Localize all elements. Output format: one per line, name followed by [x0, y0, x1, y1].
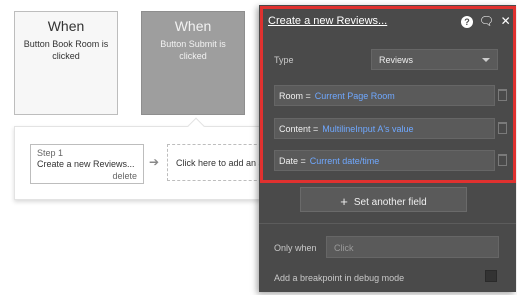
field-name: Content =	[279, 124, 319, 134]
arrow-right-icon: ➔	[149, 155, 160, 169]
type-dropdown-value: Reviews	[379, 55, 414, 65]
set-another-field-label: Set another field	[353, 197, 427, 208]
trash-icon[interactable]	[498, 89, 507, 101]
event-when-label: When	[174, 18, 212, 34]
chevron-down-icon	[482, 58, 490, 62]
event-card-book-room[interactable]: When Button Book Room is clicked	[14, 11, 118, 115]
panel-header-icons: ? 🗨 ✕	[461, 14, 514, 28]
plus-icon: +	[340, 194, 348, 209]
set-another-field-button[interactable]: + Set another field	[300, 187, 467, 212]
close-icon[interactable]: ✕	[498, 14, 514, 28]
trash-icon[interactable]	[498, 122, 507, 134]
comment-icon[interactable]: 🗨	[478, 14, 494, 28]
event-description: Button Book Room is clicked	[23, 39, 109, 61]
type-dropdown[interactable]: Reviews	[371, 49, 498, 70]
panel-title[interactable]: Create a new Reviews...	[268, 15, 387, 27]
only-when-input[interactable]: Click	[326, 236, 499, 258]
event-when-label: When	[47, 18, 85, 34]
field-value[interactable]: MultilineInput A's value	[322, 124, 413, 134]
field-value[interactable]: Current date/time	[310, 156, 380, 166]
step-action-text: Create a new Reviews...	[37, 159, 135, 169]
event-card-submit[interactable]: When Button Submit is clicked	[141, 11, 245, 115]
field-name: Room =	[279, 91, 311, 101]
breakpoint-checkbox[interactable]	[485, 270, 497, 282]
event-description: Button Submit is clicked	[160, 39, 226, 61]
field-row-content[interactable]: Content = MultilineInput A's value	[274, 118, 495, 139]
type-label: Type	[274, 55, 294, 65]
delete-step-link[interactable]: delete	[112, 171, 137, 181]
field-row-room[interactable]: Room = Current Page Room	[274, 85, 495, 106]
breakpoint-label: Add a breakpoint in debug mode	[274, 273, 405, 283]
panel-divider	[259, 223, 516, 224]
workflow-step-1[interactable]: Step 1 Create a new Reviews... delete	[30, 144, 144, 184]
step-number-label: Step 1	[37, 148, 64, 158]
trash-icon[interactable]	[498, 154, 507, 166]
add-action-button[interactable]: Click here to add an action...	[167, 144, 267, 181]
only-when-label: Only when	[274, 243, 317, 253]
help-icon[interactable]: ?	[461, 16, 473, 28]
field-name: Date =	[279, 156, 306, 166]
field-value[interactable]: Current Page Room	[315, 91, 395, 101]
field-row-date[interactable]: Date = Current date/time	[274, 150, 495, 171]
